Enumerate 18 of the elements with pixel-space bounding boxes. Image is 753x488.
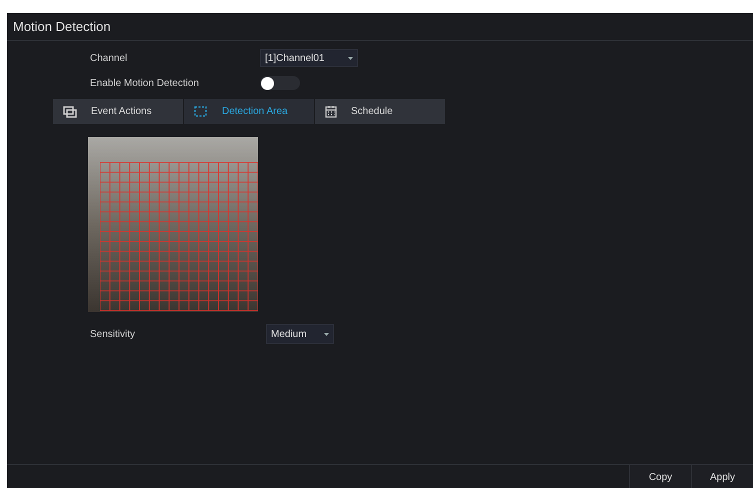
channel-label: Channel bbox=[90, 52, 128, 66]
sensitivity-label: Sensitivity bbox=[90, 328, 136, 342]
sensitivity-dropdown[interactable]: Medium bbox=[266, 324, 334, 344]
toggle-knob bbox=[261, 76, 274, 90]
windows-icon bbox=[63, 106, 77, 118]
calendar-icon bbox=[325, 105, 337, 118]
caret-icon bbox=[348, 56, 353, 60]
tab[interactable]: Schedule bbox=[315, 99, 445, 124]
caret-icon bbox=[324, 332, 329, 336]
action-button[interactable]: Apply bbox=[691, 465, 753, 488]
tab[interactable]: Detection Area bbox=[184, 99, 314, 124]
enable-label: Enable Motion Detection bbox=[90, 76, 200, 90]
channel-dropdown[interactable]: [1]Channel01 bbox=[260, 49, 358, 67]
page-title: Motion Detection bbox=[13, 18, 111, 36]
tab[interactable]: Event Actions bbox=[53, 99, 183, 124]
action-button[interactable]: Copy bbox=[629, 465, 691, 488]
enable-toggle[interactable] bbox=[260, 76, 300, 90]
dashed-square-icon bbox=[194, 106, 208, 118]
